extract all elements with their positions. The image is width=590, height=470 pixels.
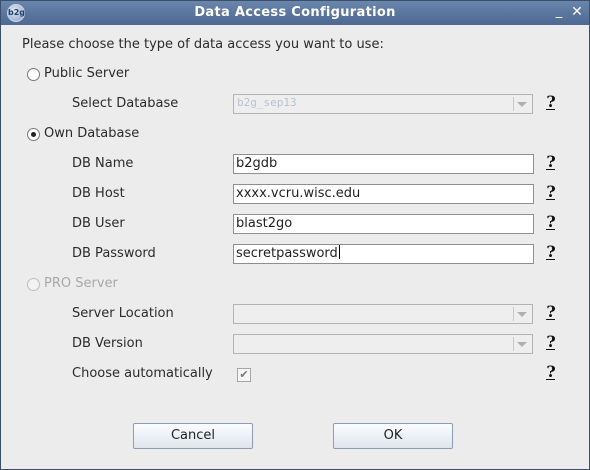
close-button[interactable]: ✕ (569, 4, 585, 20)
db-host-label: DB Host (72, 186, 125, 201)
pro-server-label[interactable]: PRO Server (44, 276, 118, 291)
chevron-down-icon (517, 342, 527, 347)
chevron-down-icon (517, 102, 527, 107)
help-icon[interactable]: ? (544, 363, 558, 381)
db-password-label: DB Password (72, 246, 156, 261)
server-location-dropdown[interactable] (233, 304, 533, 324)
ok-button[interactable]: OK (333, 423, 453, 449)
dropdown-separator (513, 97, 514, 111)
help-icon[interactable]: ? (544, 303, 558, 321)
prompt-text: Please choose the type of data access yo… (22, 37, 384, 52)
db-version-label: DB Version (72, 336, 143, 351)
pro-server-radio[interactable] (27, 278, 40, 291)
own-database-label[interactable]: Own Database (44, 126, 139, 141)
chevron-down-icon (517, 312, 527, 317)
db-user-input[interactable]: blast2go (233, 214, 534, 234)
help-icon[interactable]: ? (544, 153, 558, 171)
choose-automatically-checkbox[interactable]: ✔ (237, 368, 251, 382)
own-database-radio[interactable] (27, 128, 40, 141)
text-caret (338, 245, 340, 259)
select-database-dropdown[interactable]: b2g_sep13 (233, 94, 533, 114)
db-user-label: DB User (72, 216, 125, 231)
title-bar[interactable]: b2g Data Access Configuration _ ✕ (1, 1, 589, 25)
help-icon[interactable]: ? (544, 213, 558, 231)
help-icon[interactable]: ? (544, 183, 558, 201)
select-database-label: Select Database (72, 96, 179, 111)
public-server-label[interactable]: Public Server (44, 66, 129, 81)
db-password-value: secretpassword (236, 246, 338, 261)
select-database-value: b2g_sep13 (237, 96, 297, 109)
choose-automatically-label: Choose automatically (72, 366, 213, 381)
db-host-input[interactable]: xxxx.vcru.wisc.edu (233, 184, 534, 204)
db-name-label: DB Name (72, 156, 134, 171)
dropdown-separator (513, 337, 514, 351)
help-icon[interactable]: ? (544, 333, 558, 351)
dropdown-separator (513, 307, 514, 321)
help-icon[interactable]: ? (544, 93, 558, 111)
cancel-button[interactable]: Cancel (133, 423, 253, 449)
db-name-input[interactable]: b2gdb (233, 154, 534, 174)
db-version-dropdown[interactable] (233, 334, 533, 354)
dialog-window: b2g Data Access Configuration _ ✕ Please… (0, 0, 590, 470)
db-password-input[interactable]: secretpassword (233, 244, 534, 264)
server-location-label: Server Location (72, 306, 174, 321)
minimize-button[interactable]: _ (551, 4, 567, 20)
help-icon[interactable]: ? (544, 243, 558, 261)
public-server-radio[interactable] (27, 68, 40, 81)
window-title: Data Access Configuration (194, 5, 396, 20)
